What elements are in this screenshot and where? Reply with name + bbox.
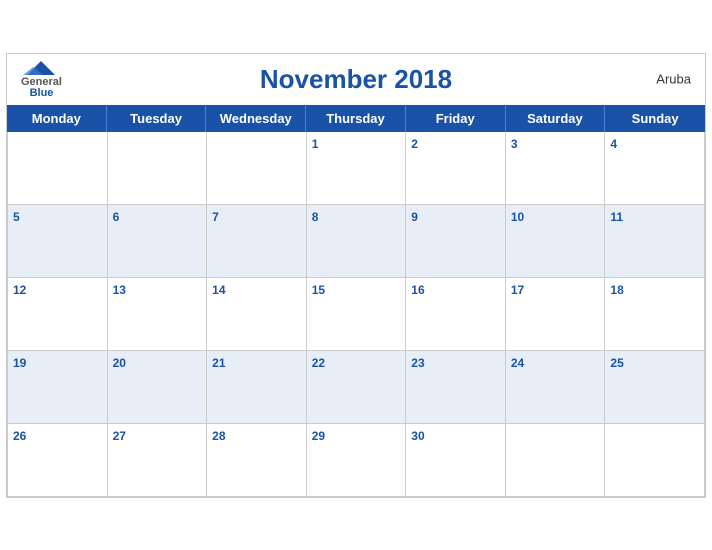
calendar-cell [207, 132, 307, 205]
calendar-cell: 25 [605, 351, 705, 424]
calendar-cell: 7 [207, 205, 307, 278]
calendar-cell [108, 132, 208, 205]
calendar-cell: 6 [108, 205, 208, 278]
day-number: 3 [511, 137, 518, 151]
day-number: 17 [511, 283, 524, 297]
calendar-cell: 11 [605, 205, 705, 278]
calendar-cell: 5 [8, 205, 108, 278]
day-number: 28 [212, 429, 225, 443]
day-number: 8 [312, 210, 319, 224]
days-header: Monday Tuesday Wednesday Thursday Friday… [7, 105, 705, 132]
day-number: 5 [13, 210, 20, 224]
day-number: 20 [113, 356, 126, 370]
calendar-header: General Blue November 2018 Aruba [7, 54, 705, 105]
calendar-cell: 2 [406, 132, 506, 205]
day-number: 24 [511, 356, 524, 370]
calendar-cell: 13 [108, 278, 208, 351]
day-wednesday: Wednesday [206, 105, 306, 132]
day-friday: Friday [406, 105, 506, 132]
day-number: 25 [610, 356, 623, 370]
day-number: 29 [312, 429, 325, 443]
calendar-cell: 10 [506, 205, 606, 278]
day-number: 26 [13, 429, 26, 443]
day-number: 13 [113, 283, 126, 297]
day-number: 4 [610, 137, 617, 151]
day-number: 7 [212, 210, 219, 224]
calendar-cell: 21 [207, 351, 307, 424]
day-number: 23 [411, 356, 424, 370]
day-monday: Monday [7, 105, 107, 132]
calendar-cell: 12 [8, 278, 108, 351]
day-number: 6 [113, 210, 120, 224]
day-number: 9 [411, 210, 418, 224]
calendar-cell: 18 [605, 278, 705, 351]
day-number: 19 [13, 356, 26, 370]
day-number: 27 [113, 429, 126, 443]
calendar-cell: 1 [307, 132, 407, 205]
calendar-cell [605, 424, 705, 497]
day-number: 11 [610, 210, 623, 224]
day-number: 10 [511, 210, 524, 224]
day-sunday: Sunday [605, 105, 705, 132]
logo-blue: Blue [30, 88, 54, 99]
day-number: 18 [610, 283, 623, 297]
day-number: 2 [411, 137, 418, 151]
calendar-cell: 9 [406, 205, 506, 278]
calendar-cell: 20 [108, 351, 208, 424]
calendar-cell: 19 [8, 351, 108, 424]
calendar-cell: 26 [8, 424, 108, 497]
calendar-cell: 17 [506, 278, 606, 351]
day-number: 14 [212, 283, 225, 297]
calendar-grid: 1234567891011121314151617181920212223242… [7, 132, 705, 497]
calendar-cell: 30 [406, 424, 506, 497]
country-label: Aruba [656, 72, 691, 87]
logo: General Blue [21, 59, 62, 99]
calendar-cell: 28 [207, 424, 307, 497]
calendar-cell: 29 [307, 424, 407, 497]
day-number: 12 [13, 283, 26, 297]
day-thursday: Thursday [306, 105, 406, 132]
calendar-cell: 8 [307, 205, 407, 278]
calendar-cell: 14 [207, 278, 307, 351]
calendar-cell: 22 [307, 351, 407, 424]
calendar-cell: 4 [605, 132, 705, 205]
day-tuesday: Tuesday [107, 105, 207, 132]
day-saturday: Saturday [506, 105, 606, 132]
day-number: 15 [312, 283, 325, 297]
calendar-cell: 27 [108, 424, 208, 497]
calendar-cell: 24 [506, 351, 606, 424]
calendar-cell: 16 [406, 278, 506, 351]
calendar-cell [506, 424, 606, 497]
day-number: 22 [312, 356, 325, 370]
day-number: 1 [312, 137, 319, 151]
calendar-title: November 2018 [260, 64, 452, 95]
calendar-cell [8, 132, 108, 205]
calendar: General Blue November 2018 Aruba Monday … [6, 53, 706, 498]
calendar-cell: 15 [307, 278, 407, 351]
day-number: 21 [212, 356, 225, 370]
calendar-cell: 23 [406, 351, 506, 424]
logo-icon [23, 59, 59, 77]
day-number: 30 [411, 429, 424, 443]
day-number: 16 [411, 283, 424, 297]
calendar-cell: 3 [506, 132, 606, 205]
